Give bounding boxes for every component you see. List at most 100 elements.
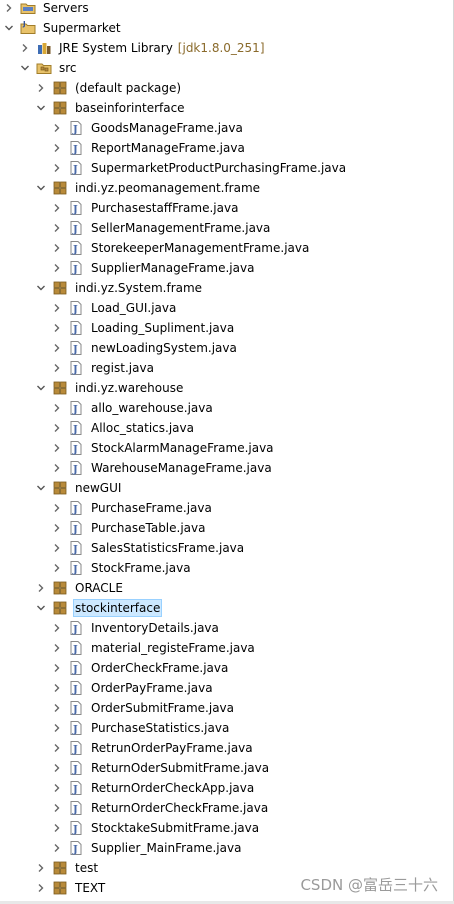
- tree-item[interactable]: J StockAlarmManageFrame.java: [52, 438, 275, 458]
- chevron-right-icon[interactable]: [52, 418, 62, 438]
- tree-item[interactable]: Jallo_warehouse.java: [52, 398, 214, 418]
- tree-item[interactable]: baseinforinterface: [36, 98, 186, 118]
- chevron-right-icon[interactable]: [52, 618, 62, 638]
- chevron-right-icon[interactable]: [52, 658, 62, 678]
- tree-item[interactable]: J StockFrame.java: [52, 558, 192, 578]
- chevron-right-icon[interactable]: [52, 458, 62, 478]
- tree-item[interactable]: J SalesStatisticsFrame.java: [52, 538, 245, 558]
- chevron-right-icon[interactable]: [36, 858, 46, 878]
- chevron-right-icon[interactable]: [52, 338, 62, 358]
- tree-item[interactable]: Jmaterial_registeFrame.java: [52, 638, 256, 658]
- tree-item[interactable]: J OrderPayFrame.java: [52, 678, 214, 698]
- tree-item[interactable]: J WarehouseManageFrame.java: [52, 458, 273, 478]
- chevron-down-icon[interactable]: [20, 58, 30, 78]
- tree-item[interactable]: J OrderCheckFrame.java: [52, 658, 229, 678]
- chevron-right-icon[interactable]: [52, 818, 62, 838]
- chevron-right-icon[interactable]: [52, 258, 62, 278]
- tree-item[interactable]: Jregist.java: [52, 358, 155, 378]
- chevron-right-icon[interactable]: [52, 218, 62, 238]
- chevron-down-icon[interactable]: [4, 18, 14, 38]
- chevron-right-icon[interactable]: [52, 558, 62, 578]
- tree-item[interactable]: src: [20, 58, 78, 78]
- tree-item[interactable]: indi.yz.System.frame: [36, 278, 203, 298]
- chevron-down-icon[interactable]: [36, 278, 46, 298]
- tree-item[interactable]: J OrderSubmitFrame.java: [52, 698, 235, 718]
- tree-item[interactable]: stockinterface: [36, 598, 163, 618]
- chevron-down-icon[interactable]: [36, 178, 46, 198]
- tree-item-label: RetrunOrderPayFrame.java: [91, 741, 253, 755]
- tree-item[interactable]: J SellerManagementFrame.java: [52, 218, 271, 238]
- tree-item[interactable]: J GoodsManageFrame.java: [52, 118, 244, 138]
- tree-item[interactable]: J Loading_Supliment.java: [52, 318, 235, 338]
- chevron-right-icon[interactable]: [52, 198, 62, 218]
- chevron-right-icon[interactable]: [52, 318, 62, 338]
- chevron-right-icon[interactable]: [4, 0, 14, 18]
- chevron-right-icon[interactable]: [52, 298, 62, 318]
- chevron-right-icon[interactable]: [52, 358, 62, 378]
- tree-item[interactable]: test: [36, 858, 99, 878]
- chevron-right-icon[interactable]: [52, 778, 62, 798]
- tree-item[interactable]: J PurchasestaffFrame.java: [52, 198, 239, 218]
- chevron-right-icon[interactable]: [52, 678, 62, 698]
- chevron-right-icon[interactable]: [52, 518, 62, 538]
- chevron-right-icon[interactable]: [52, 238, 62, 258]
- svg-text:J: J: [72, 545, 78, 556]
- chevron-down-icon[interactable]: [36, 598, 46, 618]
- tree-item[interactable]: J SupplierManageFrame.java: [52, 258, 255, 278]
- tree-item[interactable]: J SupermarketProductPurchasingFrame.java: [52, 158, 347, 178]
- chevron-right-icon[interactable]: [36, 878, 46, 898]
- chevron-down-icon[interactable]: [36, 98, 46, 118]
- chevron-right-icon[interactable]: [52, 638, 62, 658]
- chevron-right-icon[interactable]: [52, 538, 62, 558]
- chevron-right-icon[interactable]: [36, 578, 46, 598]
- tree-item[interactable]: J Alloc_statics.java: [52, 418, 195, 438]
- tree-item[interactable]: J PurchaseTable.java: [52, 518, 206, 538]
- java-project-icon: J: [20, 20, 36, 36]
- tree-item-label: PurchaseFrame.java: [91, 501, 212, 515]
- svg-text:J: J: [72, 565, 78, 576]
- tree-item[interactable]: J Supermarket: [4, 18, 122, 38]
- tree-item[interactable]: J ReturnOrderCheckFrame.java: [52, 798, 269, 818]
- tree-item[interactable]: J InventoryDetails.java: [52, 618, 220, 638]
- chevron-down-icon[interactable]: [36, 478, 46, 498]
- java-file-icon: J: [68, 440, 84, 456]
- tree-item[interactable]: JnewLoadingSystem.java: [52, 338, 238, 358]
- tree-item[interactable]: J PurchaseFrame.java: [52, 498, 213, 518]
- tree-item[interactable]: JRE System Library [jdk1.8.0_251]: [20, 38, 265, 58]
- svg-text:J: J: [72, 245, 78, 256]
- tree-item[interactable]: J Supplier_MainFrame.java: [52, 838, 242, 858]
- chevron-right-icon[interactable]: [52, 838, 62, 858]
- chevron-right-icon[interactable]: [52, 118, 62, 138]
- tree-item[interactable]: J RetrunOrderPayFrame.java: [52, 738, 254, 758]
- chevron-right-icon[interactable]: [52, 438, 62, 458]
- tree-item[interactable]: J ReturnOderSubmitFrame.java: [52, 758, 270, 778]
- tree-item[interactable]: Servers: [4, 0, 90, 18]
- chevron-right-icon[interactable]: [20, 38, 30, 58]
- chevron-right-icon[interactable]: [36, 78, 46, 98]
- package-icon: [52, 480, 68, 496]
- chevron-right-icon[interactable]: [52, 758, 62, 778]
- svg-text:J: J: [72, 505, 78, 516]
- tree-item-label: ReturnOrderCheckApp.java: [91, 781, 255, 795]
- chevron-right-icon[interactable]: [52, 138, 62, 158]
- tree-item[interactable]: ORACLE: [36, 578, 124, 598]
- tree-item[interactable]: J ReportManageFrame.java: [52, 138, 246, 158]
- chevron-right-icon[interactable]: [52, 498, 62, 518]
- chevron-down-icon[interactable]: [36, 378, 46, 398]
- tree-item[interactable]: newGUI: [36, 478, 122, 498]
- chevron-right-icon[interactable]: [52, 798, 62, 818]
- chevron-right-icon[interactable]: [52, 398, 62, 418]
- tree-item[interactable]: indi.yz.warehouse: [36, 378, 184, 398]
- tree-item[interactable]: J PurchaseStatistics.java: [52, 718, 230, 738]
- chevron-right-icon[interactable]: [52, 718, 62, 738]
- tree-item[interactable]: J StocktakeSubmitFrame.java: [52, 818, 260, 838]
- tree-item[interactable]: J StorekeeperManagementFrame.java: [52, 238, 310, 258]
- tree-item[interactable]: J ReturnOrderCheckApp.java: [52, 778, 255, 798]
- tree-item[interactable]: TEXT: [36, 878, 106, 898]
- tree-item[interactable]: (default package): [36, 78, 182, 98]
- chevron-right-icon[interactable]: [52, 698, 62, 718]
- tree-item[interactable]: J Load_GUI.java: [52, 298, 177, 318]
- tree-item[interactable]: indi.yz.peomanagement.frame: [36, 178, 261, 198]
- chevron-right-icon[interactable]: [52, 158, 62, 178]
- chevron-right-icon[interactable]: [52, 738, 62, 758]
